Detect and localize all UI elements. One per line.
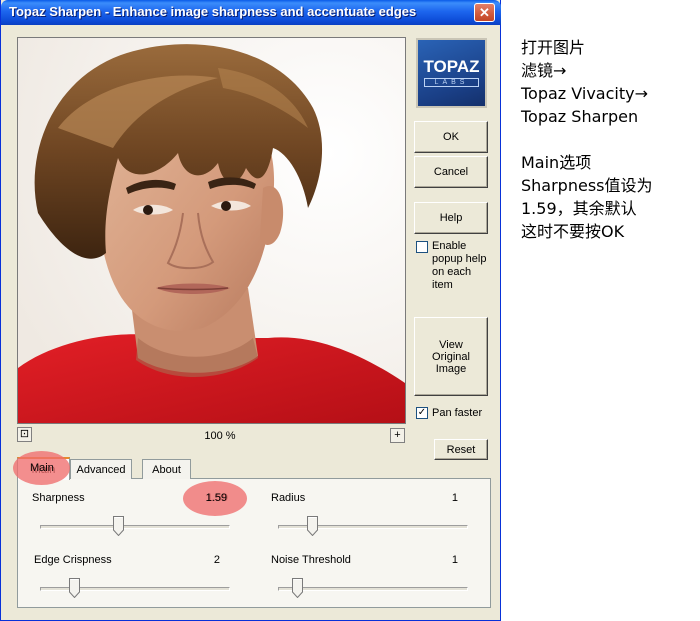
tab-advanced[interactable]: Advanced — [70, 459, 132, 479]
pan-faster-checkbox[interactable]: ✓ — [416, 407, 428, 419]
edge-crispness-value: 2 — [213, 554, 220, 566]
portrait-photo — [18, 38, 405, 423]
note-line: Sharpness值设为 — [521, 176, 653, 195]
noise-threshold-slider-track[interactable] — [278, 587, 468, 591]
noise-threshold-value: 1 — [451, 554, 458, 566]
fit-to-window-button[interactable]: ⊡ — [17, 427, 32, 442]
cancel-button[interactable]: Cancel — [414, 156, 488, 188]
sharpness-slider-thumb[interactable] — [113, 516, 125, 537]
edge-crispness-slider-thumb[interactable] — [68, 578, 80, 599]
radius-slider-thumb[interactable] — [306, 516, 318, 537]
popup-help-checkbox[interactable] — [416, 241, 428, 253]
noise-threshold-slider-thumb[interactable] — [292, 578, 304, 599]
topaz-sharpen-dialog: Topaz Sharpen - Enhance image sharpness … — [0, 0, 501, 621]
zoom-level: 100 % — [204, 430, 236, 442]
note-line: Main选项 — [521, 153, 592, 172]
reset-button[interactable]: Reset — [434, 439, 488, 460]
sharpness-label: Sharpness — [32, 492, 85, 504]
noise-threshold-label: Noise Threshold — [271, 554, 351, 566]
pan-faster-label: Pan faster — [432, 407, 483, 419]
image-preview[interactable] — [17, 37, 406, 424]
topaz-labs-logo: TOPAZ LABS — [416, 38, 487, 108]
sharpness-slider-track[interactable] — [40, 525, 230, 529]
note-line: 滤镜→ — [521, 61, 567, 80]
edge-crispness-label: Edge Crispness — [34, 554, 112, 566]
popup-help-label: Enable popup help on each item — [432, 240, 487, 291]
radius-label: Radius — [271, 492, 306, 504]
tab-about[interactable]: About — [142, 459, 191, 479]
logo-subtext: LABS — [424, 78, 479, 87]
note-line: Topaz Sharpen — [521, 107, 639, 126]
main-tab-label-overlay: Main — [30, 462, 54, 474]
note-spacer — [521, 128, 696, 151]
ok-button[interactable]: OK — [414, 121, 488, 153]
note-line: 1.59，其余默认 — [521, 199, 637, 218]
logo-text: TOPAZ — [423, 57, 480, 76]
zoom-in-button[interactable]: + — [390, 428, 405, 443]
note-line: Topaz Vivacity→ — [521, 84, 648, 103]
dialog-body: ⊡ 100 % + TOPAZ LABS OK Cancel Help Enab… — [5, 25, 497, 617]
title-bar[interactable]: Topaz Sharpen - Enhance image sharpness … — [1, 0, 501, 25]
note-line: 这时不要按OK — [521, 222, 625, 241]
instruction-notes: 打开图片 滤镜→ Topaz Vivacity→ Topaz Sharpen M… — [521, 36, 696, 243]
sharpness-value-overlay: 1.59 — [205, 492, 227, 504]
checkmark-icon: ✓ — [417, 407, 427, 418]
note-line: 打开图片 — [521, 38, 586, 57]
close-icon: ✕ — [479, 5, 490, 20]
fit-icon: ⊡ — [19, 428, 30, 440]
plus-icon: + — [394, 429, 401, 441]
close-button[interactable]: ✕ — [474, 3, 495, 22]
help-button[interactable]: Help — [414, 202, 488, 234]
window-title: Topaz Sharpen - Enhance image sharpness … — [9, 4, 417, 19]
view-original-button[interactable]: View Original Image — [414, 317, 488, 396]
radius-value: 1 — [451, 492, 458, 504]
